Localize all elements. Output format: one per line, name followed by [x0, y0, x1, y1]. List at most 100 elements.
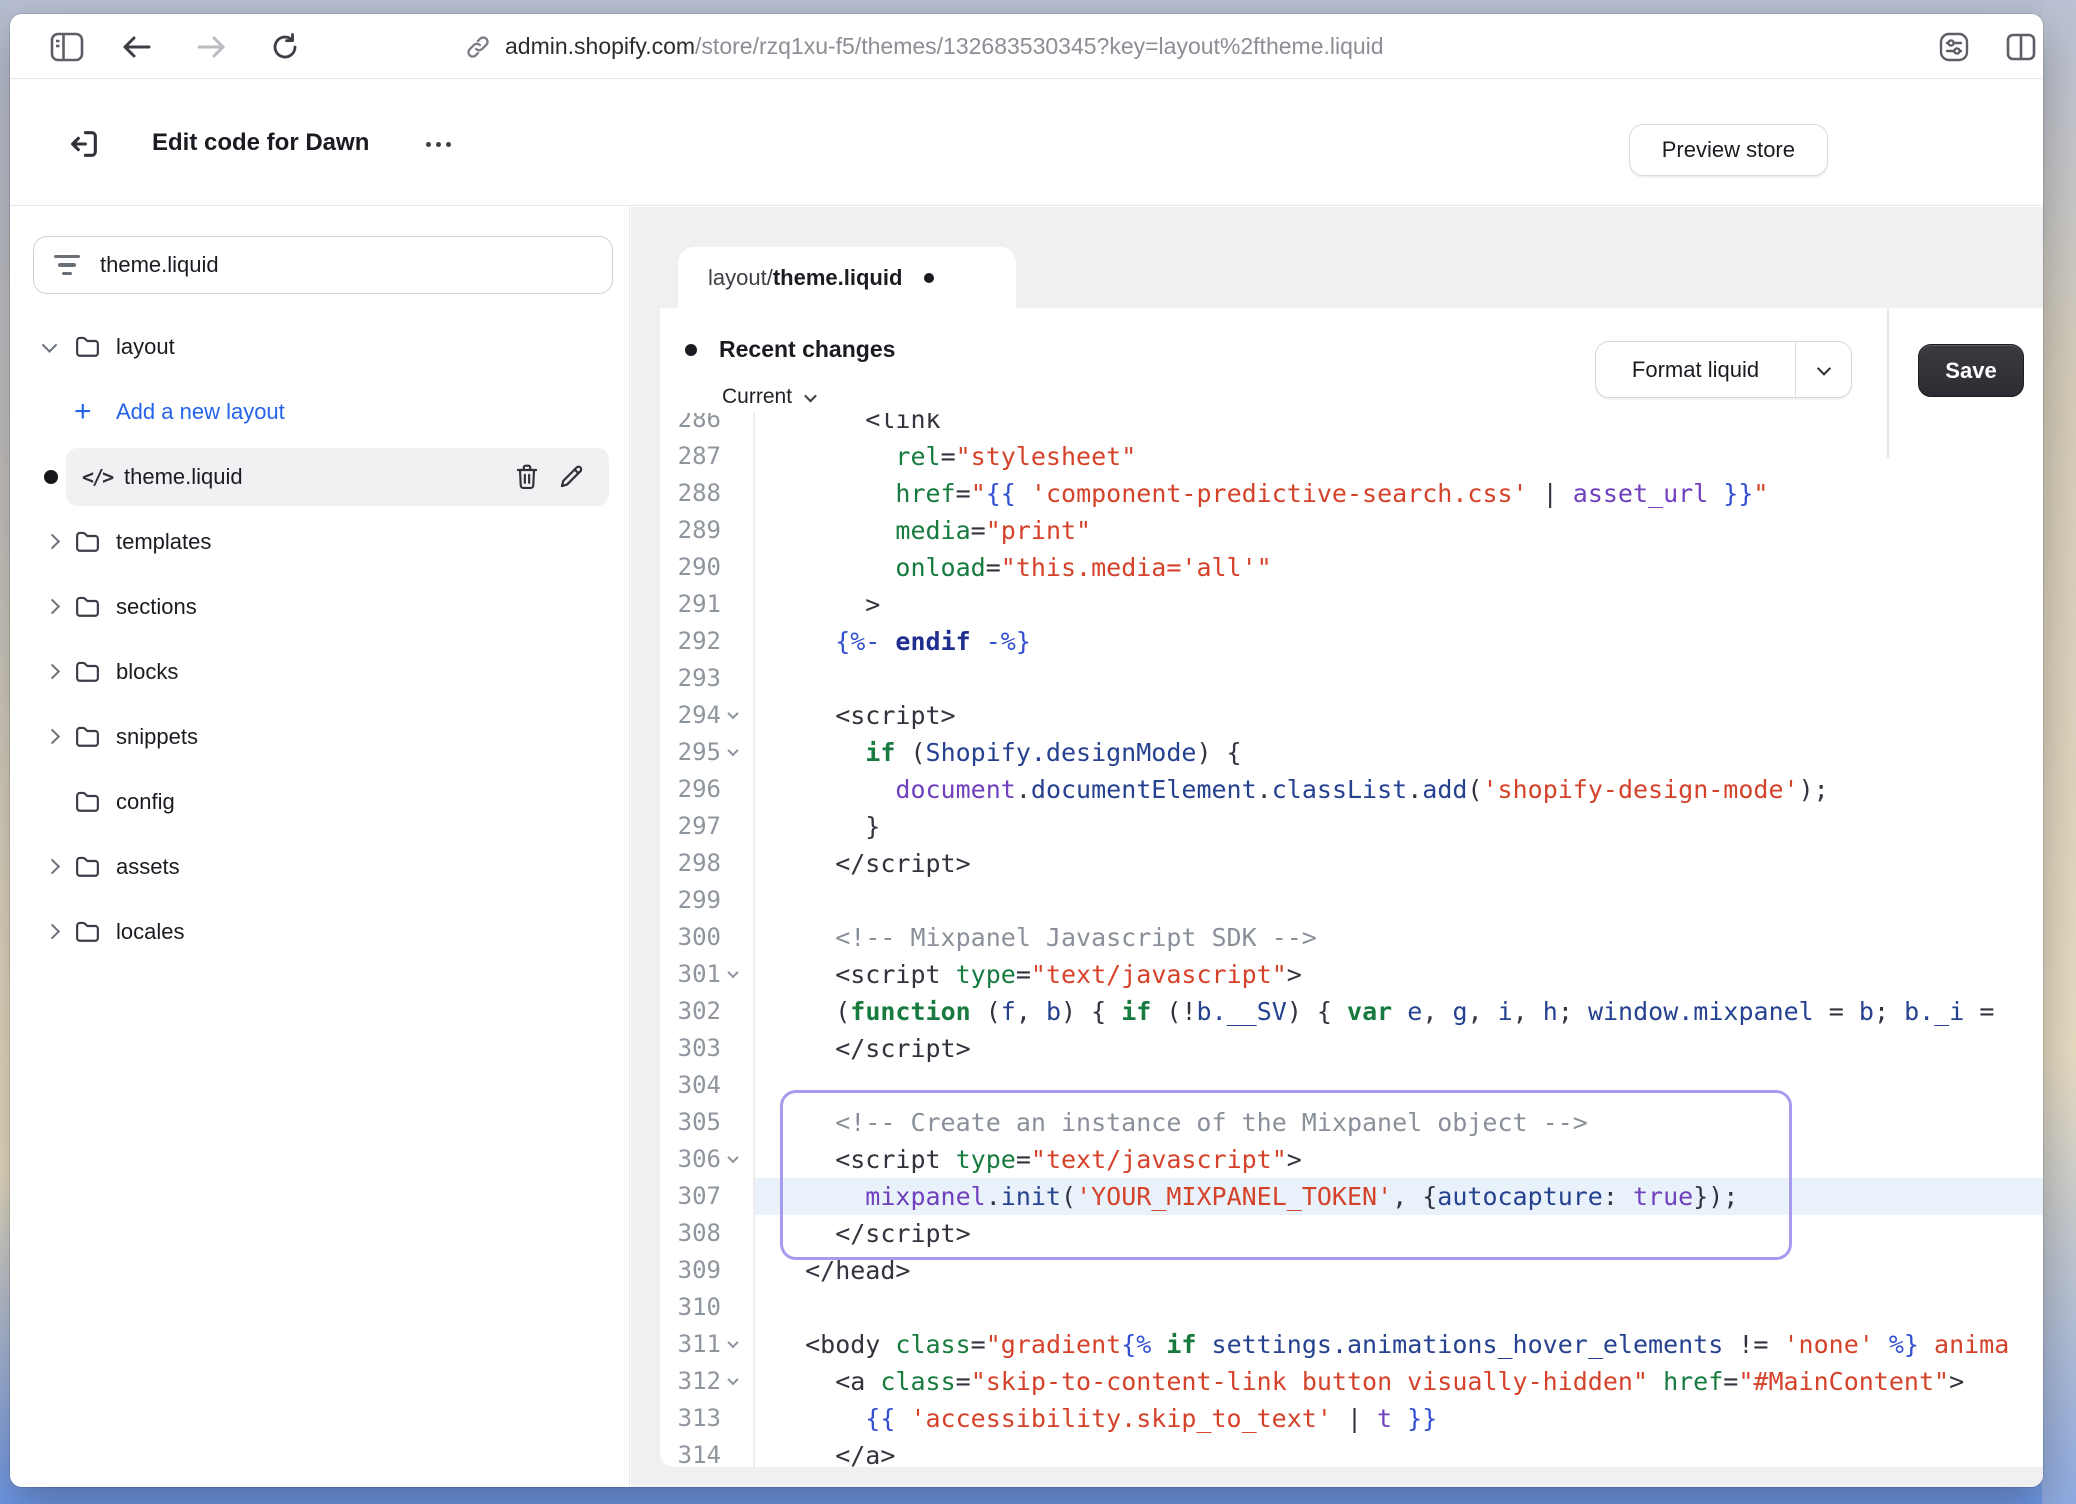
fold-gutter: [721, 882, 755, 919]
code-line-295[interactable]: 295if (Shopify.designMode) {: [660, 734, 2043, 771]
fold-chevron-icon[interactable]: [721, 697, 755, 734]
chevron-down-icon: [804, 389, 817, 402]
code-line-290[interactable]: 290onload="this.media='all'": [660, 549, 2043, 586]
folder-icon: [74, 335, 116, 359]
chevron-right-icon[interactable]: [45, 729, 61, 745]
fold-gutter: [721, 1289, 755, 1326]
chevron-right-icon[interactable]: [45, 664, 61, 680]
fold-chevron-icon[interactable]: [721, 734, 755, 771]
code-line-286[interactable]: 286<link: [660, 413, 2043, 438]
url-host: admin.shopify.com: [505, 33, 695, 59]
folder-icon: [74, 790, 116, 814]
code-line-313[interactable]: 313{{ 'accessibility.skip_to_text' | t }…: [660, 1400, 2043, 1437]
save-button[interactable]: Save: [1918, 344, 2024, 397]
file-search-box[interactable]: [33, 236, 613, 294]
more-actions-button[interactable]: [415, 124, 461, 164]
fold-chevron-icon[interactable]: [721, 1141, 755, 1178]
tree-item-snippets[interactable]: snippets: [10, 704, 629, 769]
code-line-301[interactable]: 301<script type="text/javascript">: [660, 956, 2043, 993]
code-line-305[interactable]: 305 <!-- Create an instance of the Mixpan…: [660, 1104, 2043, 1141]
browser-settings-icon[interactable]: [1935, 28, 1973, 66]
rename-file-icon[interactable]: [549, 463, 593, 490]
file-sidebar: layout+Add a new layout</>theme.liquidte…: [10, 207, 630, 1487]
code-line-299[interactable]: 299: [660, 882, 2043, 919]
tree-item-templates[interactable]: templates: [10, 509, 629, 574]
line-number: 290: [660, 549, 721, 586]
code-line-308[interactable]: 308</script>: [660, 1215, 2043, 1252]
code-text: mixpanel.init('YOUR_MIXPANEL_TOKEN', {au…: [755, 1178, 2043, 1215]
exit-editor-icon[interactable]: [62, 122, 106, 166]
code-line-302[interactable]: 302(function (f, b) { if (!b.__SV) { var…: [660, 993, 2043, 1030]
code-line-304[interactable]: 304: [660, 1067, 2043, 1104]
tree-item-blocks[interactable]: blocks: [10, 639, 629, 704]
unsaved-dot-icon: [924, 273, 934, 283]
version-dropdown[interactable]: Current: [722, 385, 815, 409]
tree-action-add-a-new-layout[interactable]: +Add a new layout: [10, 379, 629, 444]
code-line-300[interactable]: 300<!-- Mixpanel Javascript SDK -->: [660, 919, 2043, 956]
code-line-310[interactable]: 310: [660, 1289, 2043, 1326]
fold-chevron-icon[interactable]: [721, 1326, 755, 1363]
code-line-312[interactable]: 312<a class="skip-to-content-link button…: [660, 1363, 2043, 1400]
format-liquid-button[interactable]: Format liquid: [1596, 342, 1795, 397]
chevron-down-icon[interactable]: [42, 337, 58, 353]
format-liquid-split-button: Format liquid: [1595, 341, 1852, 398]
code-text: <!-- Create an instance of the Mixpanel …: [755, 1104, 2043, 1141]
tab-theme-liquid[interactable]: layout/theme.liquid: [678, 247, 1016, 309]
preview-store-button[interactable]: Preview store: [1629, 124, 1828, 176]
reload-icon[interactable]: [266, 28, 304, 66]
code-line-306[interactable]: 306<script type="text/javascript">: [660, 1141, 2043, 1178]
code-line-297[interactable]: 297}: [660, 808, 2043, 845]
code-line-309[interactable]: 309</head>: [660, 1252, 2043, 1289]
fold-chevron-icon[interactable]: [721, 1363, 755, 1400]
chevron-right-icon[interactable]: [45, 534, 61, 550]
code-line-303[interactable]: 303</script>: [660, 1030, 2043, 1067]
tree-item-label: config: [116, 789, 175, 815]
code-line-314[interactable]: 314</a>: [660, 1437, 2043, 1467]
fold-gutter: [721, 919, 755, 956]
tree-item-config[interactable]: config: [10, 769, 629, 834]
split-view-icon[interactable]: [2002, 28, 2040, 66]
app-header: Edit code for Dawn Preview store: [10, 80, 2043, 206]
format-liquid-dropdown[interactable]: [1795, 342, 1851, 397]
fold-chevron-icon[interactable]: [721, 956, 755, 993]
line-number: 305: [660, 1104, 721, 1141]
code-line-296[interactable]: 296document.documentElement.classList.ad…: [660, 771, 2043, 808]
code-line-311[interactable]: 311<body class="gradient{% if settings.a…: [660, 1326, 2043, 1363]
code-line-293[interactable]: 293: [660, 660, 2043, 697]
tree-item-layout[interactable]: layout: [10, 314, 629, 379]
back-icon[interactable]: [118, 28, 156, 66]
fold-gutter: [721, 1178, 755, 1215]
chevron-right-icon[interactable]: [45, 859, 61, 875]
search-input[interactable]: [98, 251, 594, 279]
code-text: media="print": [755, 512, 2043, 549]
delete-file-icon[interactable]: [505, 463, 549, 491]
code-line-289[interactable]: 289media="print": [660, 512, 2043, 549]
code-text: >: [755, 586, 2043, 623]
code-line-292[interactable]: 292{%- endif -%}: [660, 623, 2043, 660]
code-line-291[interactable]: 291>: [660, 586, 2043, 623]
file-tree: layout+Add a new layout</>theme.liquidte…: [10, 314, 629, 964]
fold-gutter: [721, 1252, 755, 1289]
code-line-287[interactable]: 287rel="stylesheet": [660, 438, 2043, 475]
code-editor[interactable]: 286<link287rel="stylesheet"288href="{{ '…: [660, 413, 2043, 1467]
tree-item-sections[interactable]: sections: [10, 574, 629, 639]
tree-item-theme-liquid[interactable]: </>theme.liquid: [10, 444, 629, 509]
fold-gutter: [721, 1067, 755, 1104]
line-number: 309: [660, 1252, 721, 1289]
chevron-right-icon[interactable]: [45, 924, 61, 940]
sidebar-toggle-icon[interactable]: [48, 28, 86, 66]
code-text: [755, 1067, 2043, 1104]
chevron-right-icon[interactable]: [45, 599, 61, 615]
forward-icon[interactable]: [192, 28, 230, 66]
code-text: </a>: [755, 1437, 2043, 1467]
code-line-298[interactable]: 298</script>: [660, 845, 2043, 882]
fold-gutter: [721, 1400, 755, 1437]
url-bar[interactable]: admin.shopify.com/store/rzq1xu-f5/themes…: [465, 14, 1384, 79]
tree-item-assets[interactable]: assets: [10, 834, 629, 899]
tree-item-locales[interactable]: locales: [10, 899, 629, 964]
code-line-307[interactable]: 307mixpanel.init('YOUR_MIXPANEL_TOKEN', …: [660, 1178, 2043, 1215]
folder-icon: [74, 660, 116, 684]
line-number: 299: [660, 882, 721, 919]
code-line-288[interactable]: 288href="{{ 'component-predictive-search…: [660, 475, 2043, 512]
code-line-294[interactable]: 294<script>: [660, 697, 2043, 734]
